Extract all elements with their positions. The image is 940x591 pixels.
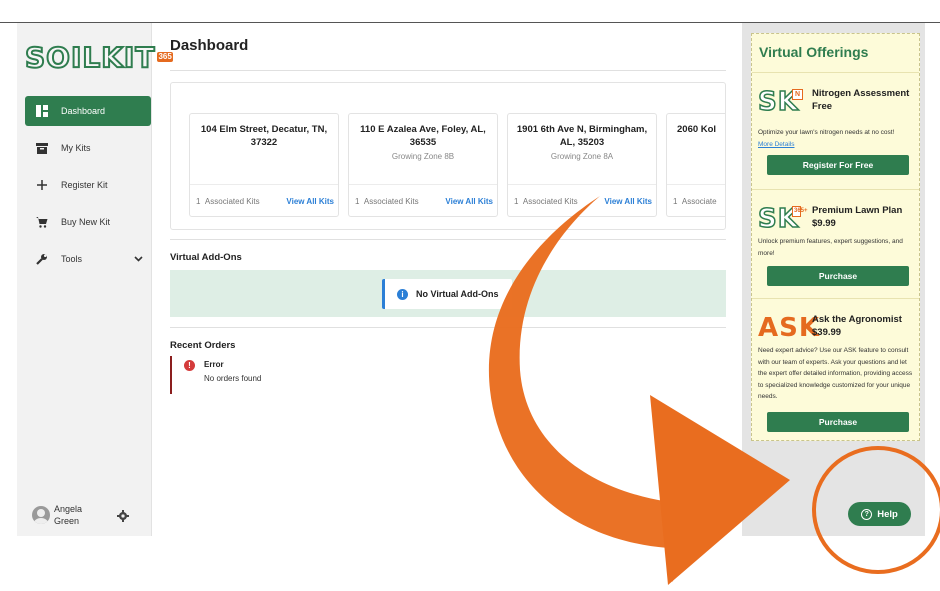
no-addons-text: No Virtual Add-Ons [416, 289, 499, 299]
card-address: 1901 6th Ave N, Birmingham, AL, 35203 Gr… [514, 123, 650, 163]
card-address: 104 Elm Street, Decatur, TN, 37322 [196, 123, 332, 149]
offer-name: Nitrogen Assessment Free [812, 88, 910, 112]
more-details-link[interactable]: More Details [758, 139, 916, 151]
logo-text: SOILKIT [24, 40, 156, 75]
offer-price: $9.99 [812, 218, 836, 229]
orange-arrow-annotation [488, 196, 710, 582]
help-button[interactable]: ? Help [848, 502, 911, 526]
sidebar-item-register-kit[interactable]: Register Kit [25, 170, 151, 200]
orders-error-alert: ! Error No orders found [170, 356, 320, 394]
offer-nitrogen: SK N Nitrogen Assessment Free Optimize y… [752, 72, 919, 189]
property-card[interactable]: 1901 6th Ave N, Birmingham, AL, 35203 Gr… [507, 113, 657, 217]
dashboard-icon [35, 104, 49, 118]
card-address-text: 104 Elm Street, Decatur, TN, 37322 [200, 124, 328, 148]
property-card[interactable]: 110 E Azalea Ave, Foley, AL, 36535 Growi… [348, 113, 498, 217]
property-card[interactable]: 2060 Kol 1 Associate [666, 113, 725, 217]
question-icon: ? [861, 508, 873, 520]
card-footer: 1 Associated Kits View All Kits [508, 184, 656, 217]
associated-kits-count: 1 Associated Kits [355, 196, 419, 206]
cart-icon [35, 215, 49, 229]
chevron-down-icon[interactable] [134, 253, 143, 265]
associated-kits-count: 1 Associated Kits [196, 196, 260, 206]
view-all-kits-link[interactable]: View All Kits [445, 197, 493, 206]
divider [170, 327, 726, 328]
error-message: No orders found [204, 374, 262, 383]
offer-name-text: Premium Lawn Plan [812, 205, 903, 216]
offer-description: Unlock premium features, expert suggesti… [758, 238, 903, 257]
info-icon: i [397, 288, 408, 300]
virtual-offerings-panel: Virtual Offerings SK N Nitrogen Assessme… [751, 33, 920, 441]
view-all-kits-link[interactable]: View All Kits [604, 197, 652, 206]
virtual-addons-title: Virtual Add-Ons [170, 252, 242, 263]
gear-icon[interactable] [117, 510, 129, 525]
offer-premium-lawn-plan: SK 365+ Premium Lawn Plan $9.99 Unlock p… [752, 189, 919, 298]
offer-name: Ask the Agronomist $39.99 [812, 313, 916, 339]
help-label: Help [877, 508, 898, 520]
sidebar-item-dashboard[interactable]: Dashboard [25, 96, 151, 126]
kit-box-icon [35, 141, 49, 155]
user-name: Angela Green [54, 504, 83, 526]
wrench-icon [35, 252, 49, 266]
growing-zone: Growing Zone 8B [391, 152, 455, 161]
card-footer: 1 Associated Kits View All Kits [349, 184, 497, 217]
sidebar-item-my-kits[interactable]: My Kits [25, 133, 151, 163]
plus-icon [35, 178, 49, 192]
purchase-button[interactable]: Purchase [767, 266, 909, 286]
nitrogen-badge: N [792, 89, 804, 100]
app-window: SOILKIT 365 Dashboard My Kits Register K… [0, 0, 940, 591]
error-title: Error [204, 360, 224, 369]
offer-price: $39.99 [812, 327, 842, 338]
sidebar-item-label: Tools [61, 254, 83, 264]
ask-logo: ASK [758, 313, 820, 343]
offer-ask-agronomist: ASK Ask the Agronomist $39.99 Need exper… [752, 298, 919, 440]
offer-description: Optimize your lawn's nitrogen needs at n… [758, 127, 916, 150]
page-title: Dashboard [170, 37, 249, 54]
avatar [32, 506, 50, 524]
purchase-button[interactable]: Purchase [767, 412, 909, 432]
no-addons-alert: i No Virtual Add-Ons [382, 279, 512, 309]
divider [170, 239, 726, 240]
error-icon: ! [184, 360, 195, 371]
sidebar-item-label: Register Kit [61, 180, 108, 190]
sidebar-nav: Dashboard My Kits Register Kit Buy New K… [25, 96, 151, 281]
card-footer: 1 Associate [667, 184, 725, 217]
user-profile[interactable]: Angela Green [32, 503, 94, 527]
divider [170, 70, 726, 71]
offer-name: Premium Lawn Plan $9.99 [812, 204, 916, 230]
property-card[interactable]: 104 Elm Street, Decatur, TN, 37322 1 Ass… [189, 113, 339, 217]
associated-kits-count: 1 Associated Kits [514, 196, 578, 206]
sidebar-item-label: My Kits [61, 143, 91, 153]
offer-desc-text: Optimize your lawn's nitrogen needs at n… [758, 129, 895, 136]
sidebar-item-label: Dashboard [61, 106, 106, 116]
register-for-free-button[interactable]: Register For Free [767, 155, 909, 175]
card-address-text: 1901 6th Ave N, Birmingham, AL, 35203 [516, 124, 648, 148]
logo[interactable]: SOILKIT 365 [24, 37, 173, 77]
365-badge: 365+ [792, 206, 808, 217]
virtual-addons-panel: i No Virtual Add-Ons [170, 270, 726, 317]
associated-kits-count: 1 Associate [673, 196, 717, 206]
offer-description: Need expert advice? Use our ASK feature … [758, 347, 913, 400]
card-address: 2060 Kol [677, 123, 725, 136]
growing-zone: Growing Zone 8A [550, 152, 614, 161]
recent-orders-title: Recent Orders [170, 340, 236, 351]
sidebar: SOILKIT 365 Dashboard My Kits Register K… [17, 23, 173, 536]
offer-name-text: Ask the Agronomist [812, 314, 902, 325]
card-address: 110 E Azalea Ave, Foley, AL, 36535 Growi… [355, 123, 491, 163]
sidebar-item-label: Buy New Kit [61, 217, 111, 227]
view-all-kits-link[interactable]: View All Kits [286, 197, 334, 206]
card-address-text: 2060 Kol [677, 124, 717, 135]
property-cards-carousel[interactable]: 104 Elm Street, Decatur, TN, 37322 1 Ass… [170, 82, 726, 230]
sidebar-item-buy-new-kit[interactable]: Buy New Kit [25, 207, 151, 237]
card-footer: 1 Associated Kits View All Kits [190, 184, 338, 217]
offerings-title: Virtual Offerings [759, 44, 869, 60]
card-address-text: 110 E Azalea Ave, Foley, AL, 36535 [360, 124, 486, 148]
sidebar-item-tools[interactable]: Tools [25, 244, 151, 274]
